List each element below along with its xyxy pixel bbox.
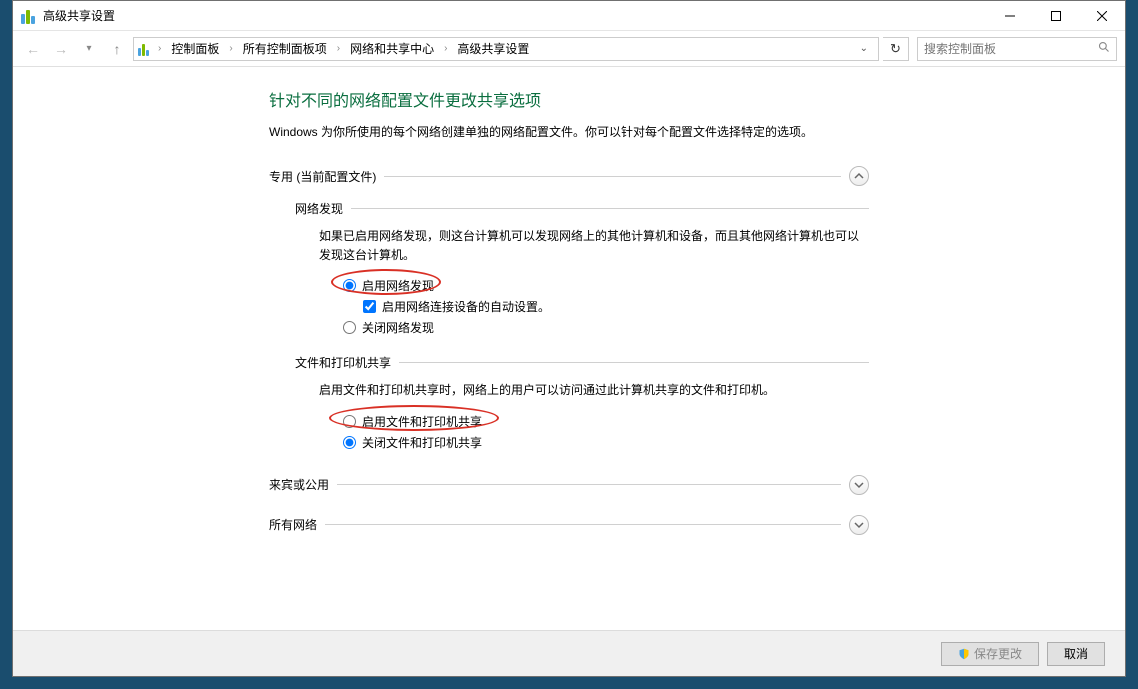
enable-network-discovery-radio[interactable]: 启用网络发现 <box>343 277 869 294</box>
button-label: 保存更改 <box>974 645 1022 662</box>
file-printer-sharing-header: 文件和打印机共享 <box>295 354 869 371</box>
page-description: Windows 为你所使用的每个网络创建单独的网络配置文件。你可以针对每个配置文… <box>269 123 869 140</box>
collapse-button[interactable] <box>849 166 869 186</box>
address-dropdown[interactable]: ⌄ <box>854 43 874 54</box>
breadcrumb-item[interactable]: 控制面板 <box>167 40 223 57</box>
chevron-right-icon: › <box>335 43 342 54</box>
radio-label: 关闭网络发现 <box>362 319 434 336</box>
radio-input[interactable] <box>343 436 356 449</box>
expand-button[interactable] <box>849 475 869 495</box>
window-frame: 高级共享设置 ← → ▾ ↑ › 控制面板 › 所有控制面板项 <box>12 0 1126 677</box>
titlebar: 高级共享设置 <box>13 1 1125 31</box>
file-printer-sharing-desc: 启用文件和打印机共享时，网络上的用户可以访问通过此计算机共享的文件和打印机。 <box>319 381 869 400</box>
breadcrumb-item[interactable]: 网络和共享中心 <box>346 40 438 57</box>
profile-guest: 来宾或公用 <box>269 469 869 501</box>
network-discovery-section: 网络发现 如果已启用网络发现，则这台计算机可以发现网络上的其他计算机和设备，而且… <box>295 200 869 336</box>
profile-all-label: 所有网络 <box>269 516 317 533</box>
file-printer-sharing-title: 文件和打印机共享 <box>295 354 391 371</box>
shield-icon <box>958 648 970 660</box>
radio-input[interactable] <box>343 415 356 428</box>
profile-guest-label: 来宾或公用 <box>269 476 329 493</box>
chevron-right-icon: › <box>442 43 449 54</box>
app-icon <box>21 8 37 24</box>
disable-network-discovery-radio[interactable]: 关闭网络发现 <box>343 319 869 336</box>
chevron-right-icon: › <box>227 43 234 54</box>
profile-private-label: 专用 (当前配置文件) <box>269 168 376 185</box>
checkbox-label: 启用网络连接设备的自动设置。 <box>382 298 550 315</box>
page-title: 针对不同的网络配置文件更改共享选项 <box>269 87 869 111</box>
maximize-button[interactable] <box>1033 1 1079 30</box>
navbar: ← → ▾ ↑ › 控制面板 › 所有控制面板项 › 网络和共享中心 › 高级共… <box>13 31 1125 67</box>
breadcrumb-item[interactable]: 高级共享设置 <box>453 40 533 57</box>
profile-all-header[interactable]: 所有网络 <box>269 509 869 541</box>
footer: 保存更改 取消 <box>13 630 1125 676</box>
profile-private-header[interactable]: 专用 (当前配置文件) <box>269 160 869 192</box>
breadcrumb-item[interactable]: 所有控制面板项 <box>239 40 331 57</box>
window-title: 高级共享设置 <box>43 7 115 24</box>
radio-input[interactable] <box>343 321 356 334</box>
minimize-button[interactable] <box>987 1 1033 30</box>
close-button[interactable] <box>1079 1 1125 30</box>
forward-button[interactable]: → <box>49 37 73 61</box>
recent-locations-button[interactable]: ▾ <box>77 37 101 61</box>
search-icon <box>1098 41 1110 56</box>
divider <box>384 176 841 177</box>
search-box[interactable] <box>917 37 1117 61</box>
profile-all: 所有网络 <box>269 509 869 541</box>
network-discovery-title: 网络发现 <box>295 200 343 217</box>
radio-label: 启用文件和打印机共享 <box>362 413 482 430</box>
profile-private: 专用 (当前配置文件) 网络发现 如果已启用网络发现，则这台计算机可以发现网络上… <box>269 160 869 451</box>
up-button[interactable]: ↑ <box>105 37 129 61</box>
divider <box>337 484 841 485</box>
file-printer-sharing-section: 文件和打印机共享 启用文件和打印机共享时，网络上的用户可以访问通过此计算机共享的… <box>295 354 869 450</box>
cancel-button[interactable]: 取消 <box>1047 642 1105 666</box>
divider <box>351 208 869 209</box>
network-discovery-header: 网络发现 <box>295 200 869 217</box>
address-bar[interactable]: › 控制面板 › 所有控制面板项 › 网络和共享中心 › 高级共享设置 ⌄ <box>133 37 879 61</box>
chevron-right-icon: › <box>156 43 163 54</box>
radio-label: 关闭文件和打印机共享 <box>362 434 482 451</box>
profile-guest-header[interactable]: 来宾或公用 <box>269 469 869 501</box>
back-button[interactable]: ← <box>21 37 45 61</box>
search-input[interactable] <box>924 42 1098 56</box>
refresh-button[interactable]: ↻ <box>883 37 909 61</box>
content-area: 针对不同的网络配置文件更改共享选项 Windows 为你所使用的每个网络创建单独… <box>13 67 1125 630</box>
enable-file-sharing-radio[interactable]: 启用文件和打印机共享 <box>343 413 869 430</box>
divider <box>325 524 841 525</box>
checkbox-input[interactable] <box>363 300 376 313</box>
divider <box>399 362 869 363</box>
radio-label: 启用网络发现 <box>362 277 434 294</box>
radio-input[interactable] <box>343 279 356 292</box>
network-discovery-desc: 如果已启用网络发现，则这台计算机可以发现网络上的其他计算机和设备，而且其他网络计… <box>319 227 869 265</box>
expand-button[interactable] <box>849 515 869 535</box>
disable-file-sharing-radio[interactable]: 关闭文件和打印机共享 <box>343 434 869 451</box>
control-panel-icon <box>138 42 152 56</box>
button-label: 取消 <box>1064 645 1088 662</box>
window-controls <box>987 1 1125 30</box>
auto-setup-checkbox[interactable]: 启用网络连接设备的自动设置。 <box>363 298 869 315</box>
save-changes-button[interactable]: 保存更改 <box>941 642 1039 666</box>
